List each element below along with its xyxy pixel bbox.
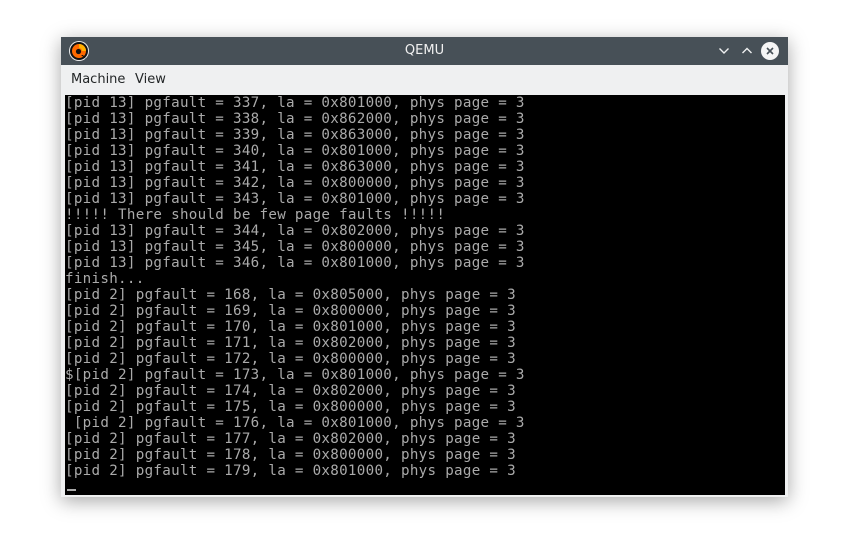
console-line: [pid 2] pgfault = 175, la = 0x800000, ph… xyxy=(65,399,516,415)
console-line: [pid 2] pgfault = 169, la = 0x800000, ph… xyxy=(65,303,516,319)
console-line: [pid 13] pgfault = 346, la = 0x801000, p… xyxy=(65,255,525,271)
console-line: [pid 2] pgfault = 170, la = 0x801000, ph… xyxy=(65,319,516,335)
close-icon xyxy=(766,47,774,55)
console-line: [pid 13] pgfault = 341, la = 0x863000, p… xyxy=(65,159,525,175)
minimize-button[interactable] xyxy=(715,42,733,60)
chevron-up-icon xyxy=(742,47,752,54)
menu-bar: Machine View xyxy=(61,65,788,95)
qemu-window: QEMU Machine View [pid 13] pgfault = 337… xyxy=(61,37,788,497)
window-title: QEMU xyxy=(404,43,445,58)
console-line: [pid 13] pgfault = 337, la = 0x801000, p… xyxy=(65,95,525,111)
console-line: $[pid 2] pgfault = 173, la = 0x801000, p… xyxy=(65,367,525,383)
console-line: [pid 2] pgfault = 176, la = 0x801000, ph… xyxy=(65,415,525,431)
title-bar[interactable]: QEMU xyxy=(61,37,788,65)
console-line: finish... xyxy=(65,271,145,287)
close-button[interactable] xyxy=(761,42,779,60)
menu-view[interactable]: View xyxy=(135,65,166,95)
console-line: [pid 2] pgfault = 177, la = 0x802000, ph… xyxy=(65,431,516,447)
console-line: [pid 2] pgfault = 171, la = 0x802000, ph… xyxy=(65,335,516,351)
menu-machine[interactable]: Machine xyxy=(71,65,125,95)
console-line: [pid 13] pgfault = 345, la = 0x800000, p… xyxy=(65,239,525,255)
console-line: [pid 13] pgfault = 339, la = 0x863000, p… xyxy=(65,127,525,143)
console-line: [pid 2] pgfault = 168, la = 0x805000, ph… xyxy=(65,287,516,303)
console-line: [pid 13] pgfault = 340, la = 0x801000, p… xyxy=(65,143,525,159)
console-line: [pid 13] pgfault = 343, la = 0x801000, p… xyxy=(65,191,525,207)
console-line: [pid 2] pgfault = 174, la = 0x802000, ph… xyxy=(65,383,516,399)
console-screen[interactable]: [pid 13] pgfault = 337, la = 0x801000, p… xyxy=(65,95,785,495)
console-output: [pid 13] pgfault = 337, la = 0x801000, p… xyxy=(65,95,525,479)
console-line: [pid 13] pgfault = 344, la = 0x802000, p… xyxy=(65,223,525,239)
console-line: !!!!! There should be few page faults !!… xyxy=(65,207,446,223)
console-line: [pid 13] pgfault = 342, la = 0x800000, p… xyxy=(65,175,525,191)
text-cursor xyxy=(67,489,76,491)
console-line: [pid 2] pgfault = 172, la = 0x800000, ph… xyxy=(65,351,516,367)
console-line: [pid 13] pgfault = 338, la = 0x862000, p… xyxy=(65,111,525,127)
console-line: [pid 2] pgfault = 178, la = 0x800000, ph… xyxy=(65,447,516,463)
chevron-down-icon xyxy=(719,48,729,54)
maximize-button[interactable] xyxy=(738,42,756,60)
console-line: [pid 2] pgfault = 179, la = 0x801000, ph… xyxy=(65,463,516,479)
